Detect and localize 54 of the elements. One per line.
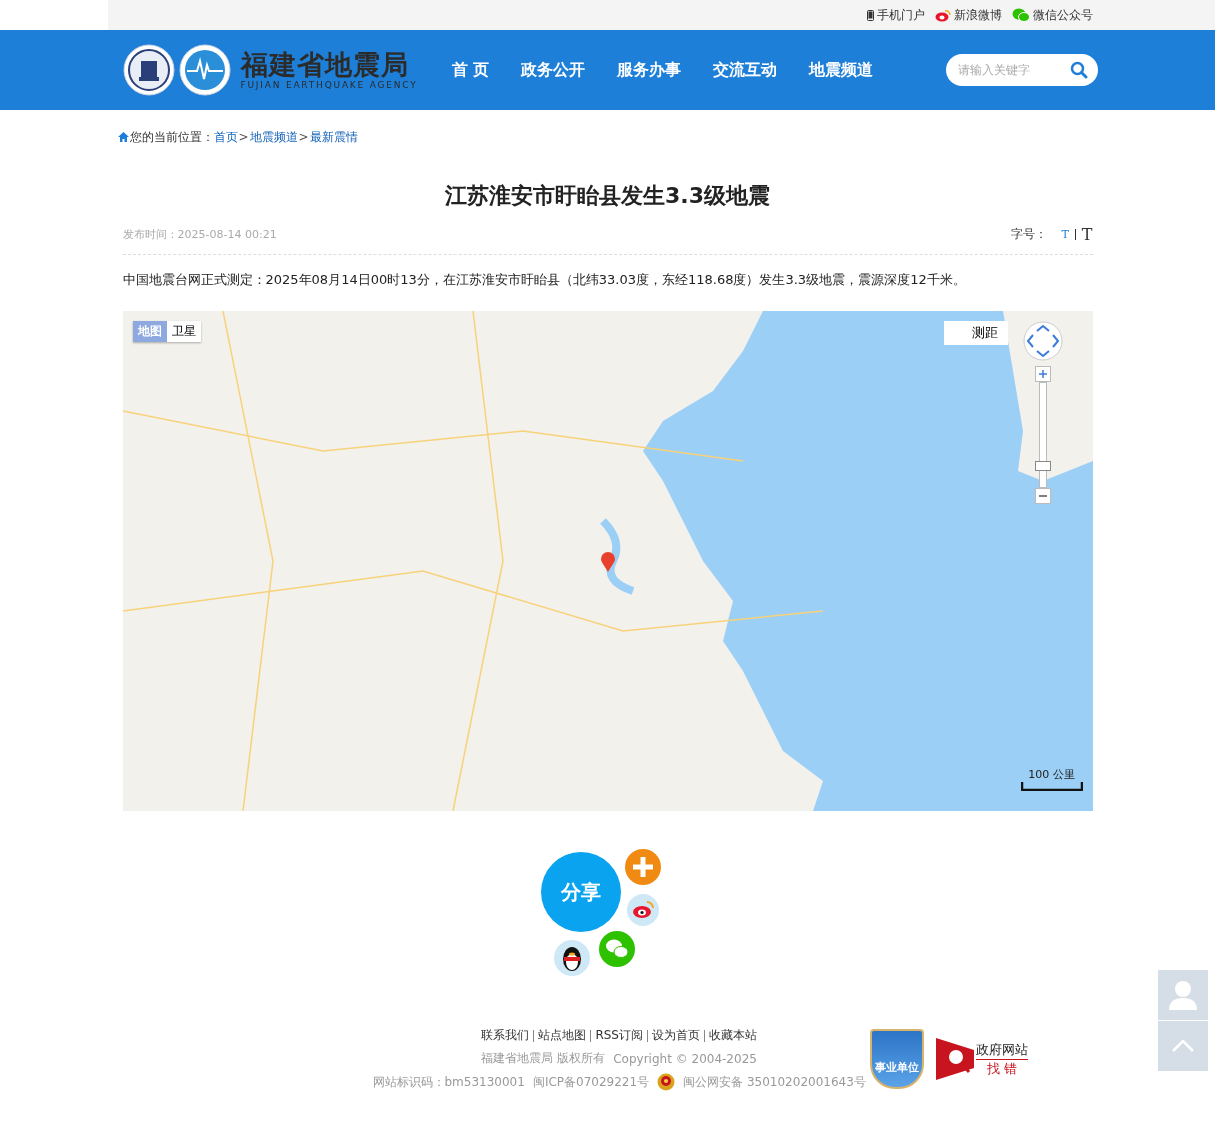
breadcrumb-separator: >: [238, 130, 249, 144]
scale-bar-icon: [1020, 782, 1083, 791]
agency-name: 福建省地震局: [240, 50, 410, 80]
plus-icon[interactable]: [624, 849, 661, 885]
seismograph-logo-icon: [178, 44, 231, 96]
zoom-out-icon[interactable]: [1034, 488, 1051, 504]
font-size-label: 字号：: [1011, 226, 1048, 243]
copyright-text: 福建省地震局 版权所有: [481, 1050, 606, 1067]
zoom-in-icon[interactable]: [1034, 366, 1051, 382]
footer-link[interactable]: 收藏本站: [708, 1027, 757, 1044]
top-link[interactable]: 手机门户: [867, 6, 925, 24]
nav-item[interactable]: 地震频道: [809, 59, 874, 81]
agency-english-name: FUJIAN EARTHQUAKE AGENCY: [240, 80, 418, 90]
top-link[interactable]: 微信公众号: [1012, 6, 1093, 24]
breadcrumb-link[interactable]: 地震频道: [249, 128, 298, 146]
copyright-text: Copyright © 2004-2025: [613, 1051, 757, 1066]
nav-item[interactable]: 交流互动: [713, 59, 778, 81]
measure-button[interactable]: 测距: [943, 321, 1008, 345]
nav-item[interactable]: 首 页: [451, 59, 490, 81]
map-type-tab[interactable]: 卫星: [166, 321, 201, 342]
gov-error-report-badge[interactable]: 政府网站 找 错: [935, 1038, 1028, 1080]
top-link[interactable]: 新浪微博: [935, 6, 1002, 24]
footer-link[interactable]: 设为首页: [651, 1027, 700, 1044]
font-size-option[interactable]: T: [1081, 225, 1093, 244]
breadcrumb-link[interactable]: 首页: [213, 128, 238, 146]
article-text: 中国地震台网正式测定：2025年08月14日00时13分，在江苏淮安市盱眙县（北纬33.03度，东经118.68度）发生3.3级地震，震源深度12千米。: [122, 271, 967, 289]
pan-control-icon[interactable]: [1022, 321, 1063, 361]
home-icon: [117, 132, 129, 142]
footer-link[interactable]: 联系我们: [481, 1027, 530, 1044]
wechat-icon[interactable]: [598, 931, 635, 967]
mobile-phone-icon[interactable]: [867, 9, 874, 21]
footer-link[interactable]: RSS订阅: [595, 1027, 643, 1044]
footer-link[interactable]: 站点地图: [538, 1027, 587, 1044]
article-title: 江苏淮安市盱眙县发生3.3级地震: [444, 182, 771, 210]
weibo-icon[interactable]: [626, 894, 659, 926]
publish-time: 发布时间：2025-08-14 00:21: [122, 227, 277, 242]
search-field[interactable]: 请输入关键字: [945, 54, 1098, 86]
breadcrumb-link[interactable]: 最新震情: [309, 128, 358, 146]
wechat-icon[interactable]: [1012, 8, 1030, 22]
font-size-option[interactable]: T: [1061, 228, 1069, 241]
nav-item[interactable]: 政务公开: [521, 59, 586, 81]
breadcrumb-separator: >: [298, 130, 309, 144]
zoom-thumb[interactable]: [1034, 460, 1051, 471]
scale-label: 100 公里: [1028, 767, 1075, 782]
site-id-text: 网站标识码：bm53130001: [372, 1073, 525, 1091]
zoom-slider[interactable]: [1034, 366, 1051, 504]
penguin-icon[interactable]: [553, 940, 590, 976]
location-pin-icon: [600, 552, 615, 572]
weibo-icon[interactable]: [935, 8, 951, 22]
nav-item[interactable]: 服务办事: [617, 59, 682, 81]
emblem-icon: [122, 44, 175, 96]
police-emblem-icon: [657, 1073, 676, 1091]
breadcrumb-label: 您的当前位置：: [129, 128, 214, 146]
search-icon[interactable]: [1069, 61, 1088, 79]
